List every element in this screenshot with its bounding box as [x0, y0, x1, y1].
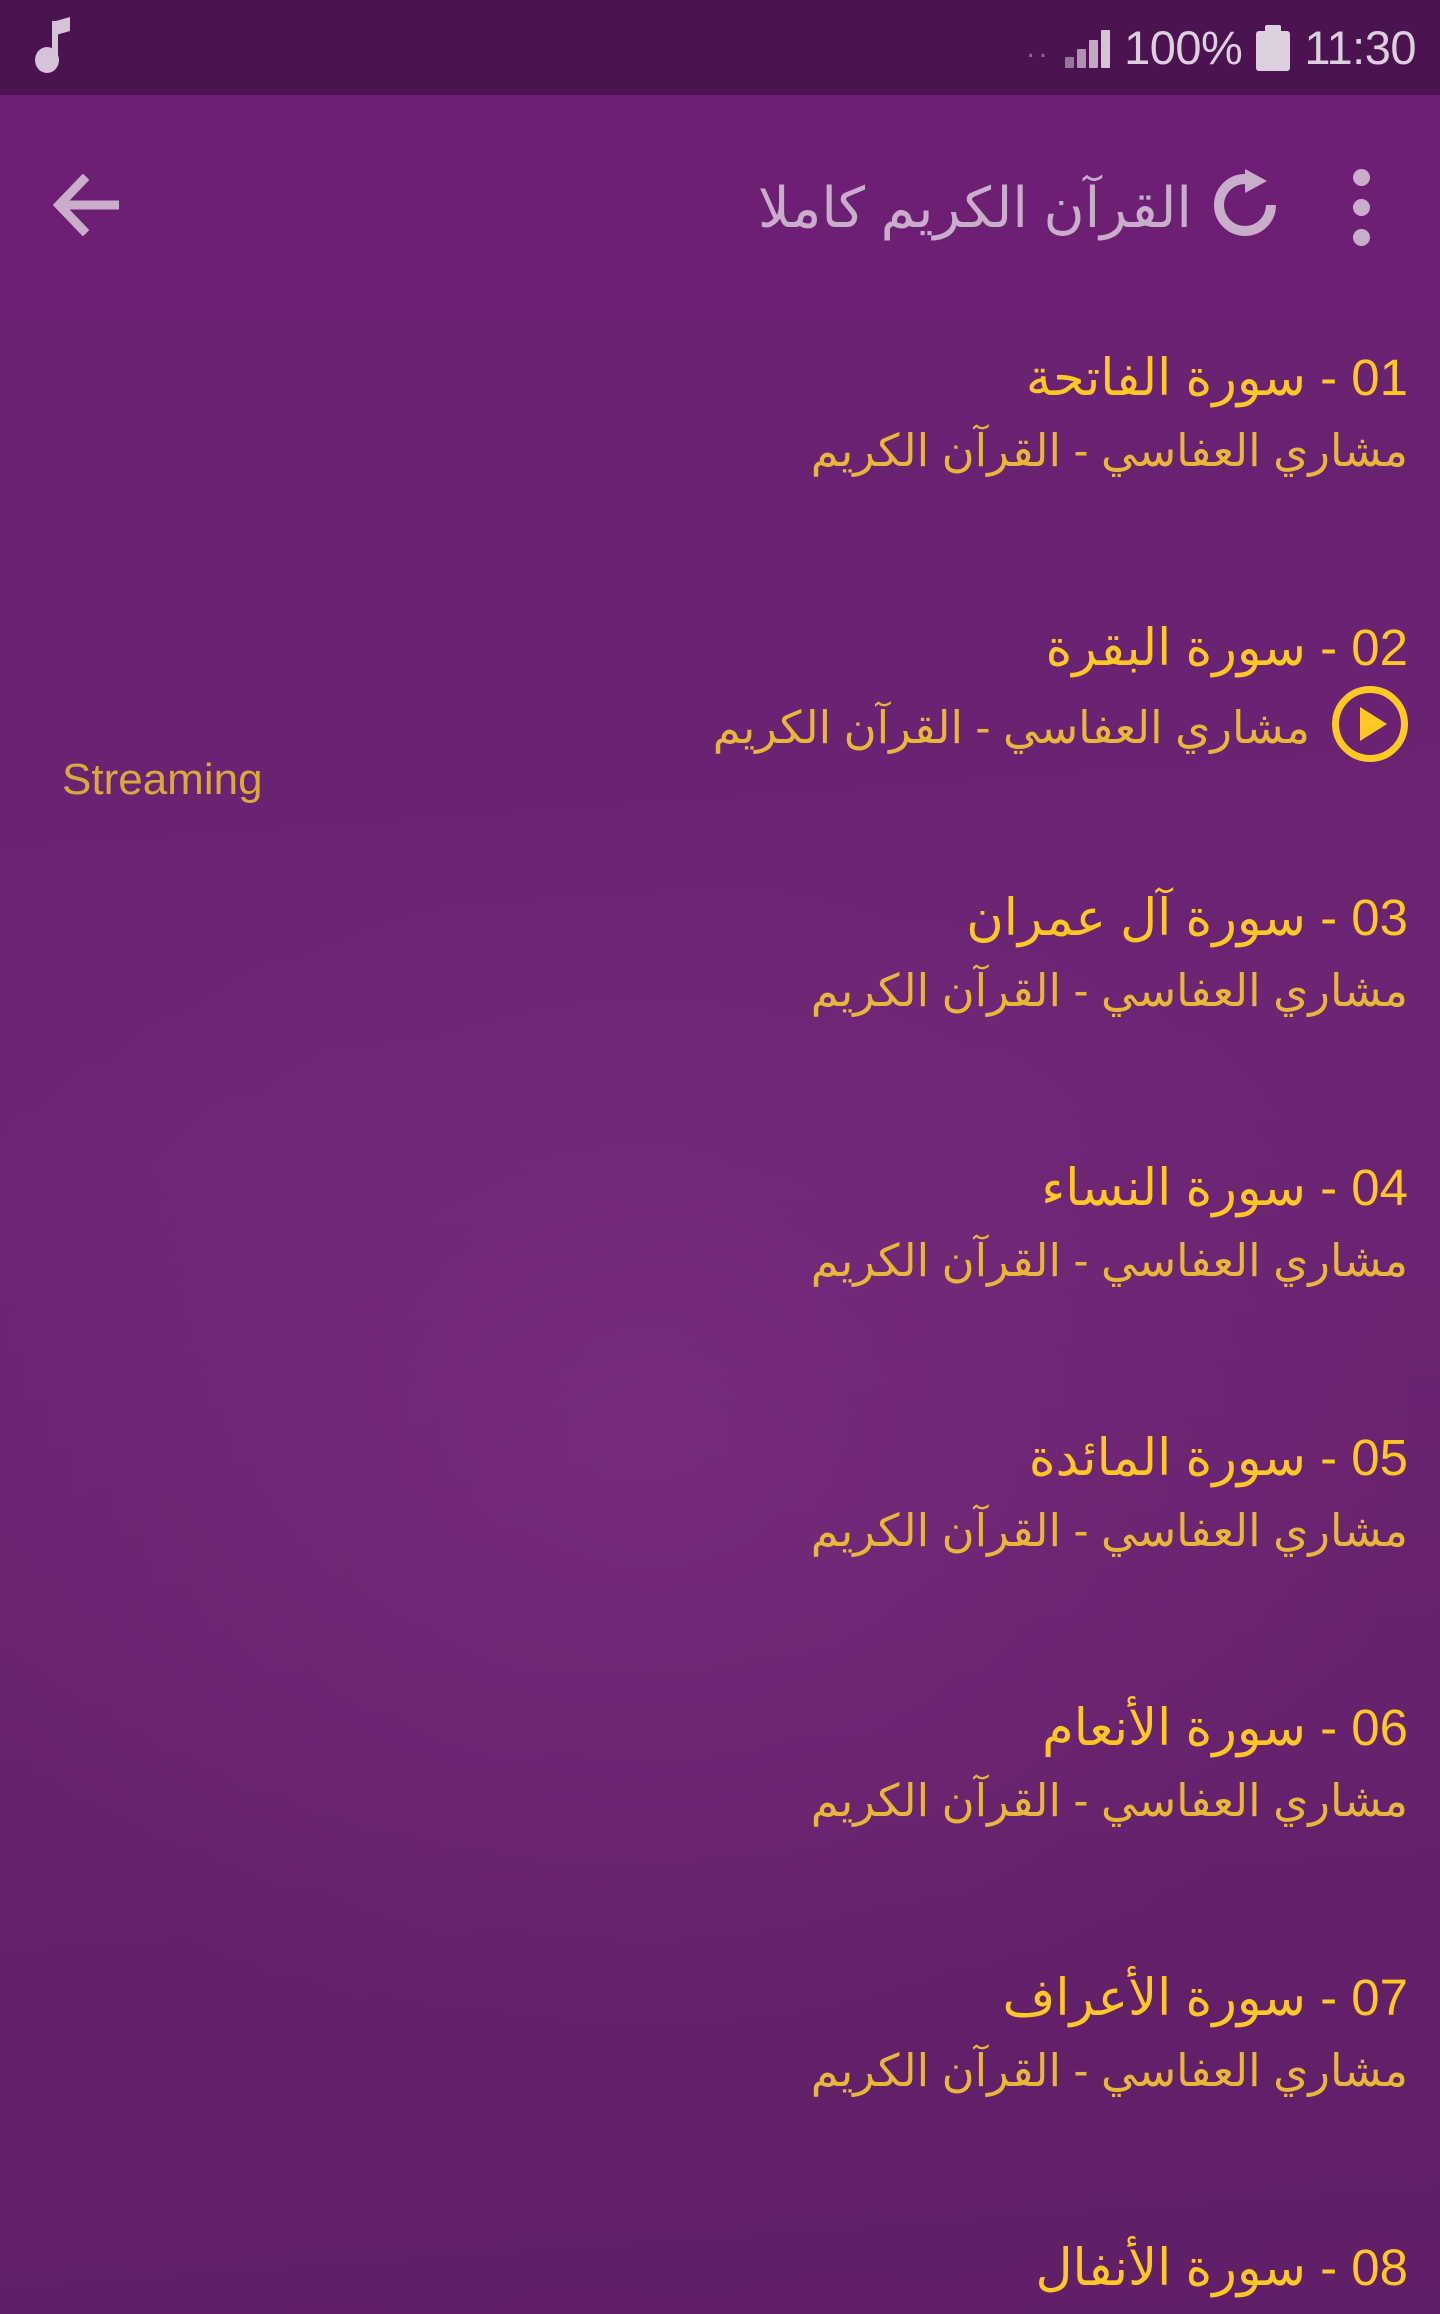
track-subtitle: مشاري العفاسي - القرآن الكريم: [810, 965, 1408, 1017]
clock-label: 11:30: [1304, 21, 1416, 74]
music-note-icon: [34, 15, 80, 80]
track-subtitle: مشاري العفاسي - القرآن الكريم: [810, 2045, 1408, 2097]
track-title: 07 - سورة الأعراف: [1002, 1969, 1408, 2026]
track-list-item[interactable]: 08 - سورة الأنفال مشاري العفاسي - القرآن…: [0, 2210, 1440, 2314]
track-list-item[interactable]: 05 - سورة المائدة مشاري العفاسي - القرآن…: [0, 1400, 1440, 1670]
overflow-menu-icon: [1352, 169, 1370, 246]
play-circle-icon[interactable]: [1332, 686, 1408, 763]
overflow-menu-button[interactable]: [1308, 155, 1414, 261]
track-list-item[interactable]: 03 - سورة آل عمران مشاري العفاسي - القرآ…: [0, 860, 1440, 1130]
track-subtitle: مشاري العفاسي - القرآن الكريم: [712, 702, 1310, 754]
refresh-icon: [1205, 165, 1285, 250]
track-subtitle: مشاري العفاسي - القرآن الكريم: [810, 1505, 1408, 1557]
track-list[interactable]: 01 - سورة الفاتحة مشاري العفاسي - القرآن…: [0, 320, 1440, 2314]
track-subtitle-row: مشاري العفاسي - القرآن الكريم: [32, 1496, 1408, 1558]
battery-full-icon: [1256, 24, 1291, 71]
track-title: 04 - سورة النساء: [1041, 1159, 1408, 1216]
track-subtitle-row: مشاري العفاسي - القرآن الكريم: [32, 1766, 1408, 1828]
refresh-button[interactable]: [1192, 155, 1298, 261]
track-list-item[interactable]: 01 - سورة الفاتحة مشاري العفاسي - القرآن…: [0, 320, 1440, 590]
app-bar-actions: [1192, 155, 1414, 261]
page-title: القرآن الكريم كاملا: [757, 175, 1192, 239]
track-list-item[interactable]: 04 - سورة النساء مشاري العفاسي - القرآن …: [0, 1130, 1440, 1400]
app-bar: القرآن الكريم كاملا: [0, 95, 1440, 320]
signal-bars-icon: [1065, 28, 1111, 68]
back-arrow-icon: [51, 173, 131, 241]
track-subtitle-row: مشاري العفاسي - القرآن الكريم: [32, 2036, 1408, 2098]
track-list-item[interactable]: 07 - سورة الأعراف مشاري العفاسي - القرآن…: [0, 1940, 1440, 2210]
play-triangle-icon: [1359, 707, 1387, 742]
status-bar: .. 100% 11:30: [0, 0, 1440, 95]
track-subtitle-row: مشاري العفاسي - القرآن الكريم: [32, 2306, 1408, 2314]
phone-screen: .. 100% 11:30 القرآن الكريم كاملا 01 - س…: [0, 0, 1440, 2314]
track-subtitle: مشاري العفاسي - القرآن الكريم: [810, 425, 1408, 477]
track-subtitle-row: مشاري العفاسي - القرآن الكريم: [32, 416, 1408, 478]
track-subtitle: مشاري العفاسي - القرآن الكريم: [810, 1775, 1408, 1827]
track-subtitle-row: مشاري العفاسي - القرآن الكريم: [32, 1226, 1408, 1288]
track-title: 08 - سورة الأنفال: [1035, 2239, 1409, 2296]
track-title: 05 - سورة المائدة: [1028, 1429, 1408, 1486]
status-bar-right: .. 100% 11:30: [1026, 24, 1416, 71]
track-subtitle-row: مشاري العفاسي - القرآن الكريم: [32, 956, 1408, 1018]
track-title: 02 - سورة البقرة: [1045, 619, 1408, 676]
track-title: 06 - سورة الأنعام: [1042, 1699, 1408, 1756]
track-list-item[interactable]: 02 - سورة البقرة مشاري العفاسي - القرآن …: [0, 590, 1440, 860]
track-title: 01 - سورة الفاتحة: [1025, 349, 1408, 406]
streaming-status-label: Streaming: [62, 755, 263, 804]
status-bar-left: [34, 15, 80, 80]
track-subtitle-row: مشاري العفاسي - القرآن الكريم: [32, 686, 1408, 763]
status-hidden-icons: ..: [1026, 30, 1052, 64]
battery-percent-label: 100%: [1124, 21, 1243, 74]
back-button[interactable]: [38, 155, 144, 261]
track-subtitle: مشاري العفاسي - القرآن الكريم: [810, 1235, 1408, 1287]
track-title: 03 - سورة آل عمران: [966, 889, 1408, 946]
track-list-item[interactable]: 06 - سورة الأنعام مشاري العفاسي - القرآن…: [0, 1670, 1440, 1940]
